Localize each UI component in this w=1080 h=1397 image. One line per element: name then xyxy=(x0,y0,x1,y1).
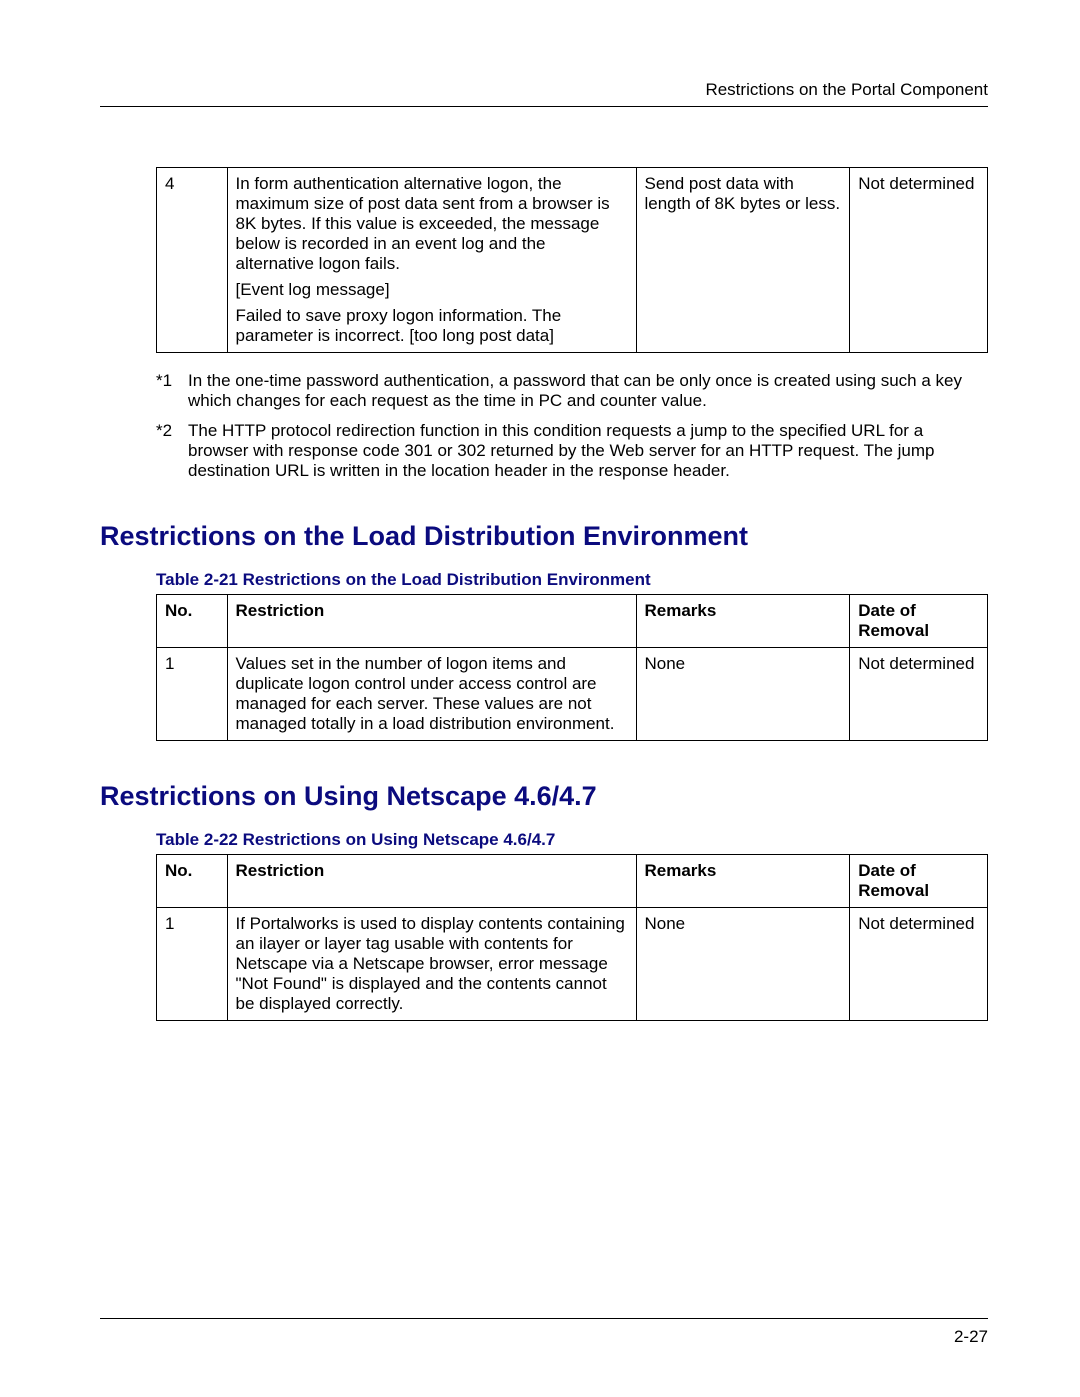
cell-remarks: None xyxy=(636,908,850,1021)
cell-no: 4 xyxy=(157,168,228,353)
col-header-restriction: Restriction xyxy=(227,595,636,648)
cell-date: Not determined xyxy=(850,908,988,1021)
cell-no: 1 xyxy=(157,648,228,741)
table-row: 1 If Portalworks is used to display cont… xyxy=(157,908,988,1021)
col-header-restriction: Restriction xyxy=(227,855,636,908)
cell-restriction: In form authentication alternative logon… xyxy=(227,168,636,353)
restriction-paragraph: Failed to save proxy logon information. … xyxy=(236,306,628,346)
cell-restriction: If Portalworks is used to display conten… xyxy=(227,908,636,1021)
table-caption: Table 2-21 Restrictions on the Load Dist… xyxy=(156,570,988,590)
footnote: *2 The HTTP protocol redirection functio… xyxy=(156,421,988,481)
col-header-date: Date of Removal xyxy=(850,595,988,648)
page-number: 2-27 xyxy=(954,1327,988,1346)
col-header-remarks: Remarks xyxy=(636,595,850,648)
col-header-date: Date of Removal xyxy=(850,855,988,908)
section-heading-netscape: Restrictions on Using Netscape 4.6/4.7 xyxy=(100,781,988,812)
footnote: *1 In the one-time password authenticati… xyxy=(156,371,988,411)
footnotes: *1 In the one-time password authenticati… xyxy=(156,371,988,481)
page-footer: 2-27 xyxy=(100,1318,988,1347)
footnote-text: The HTTP protocol redirection function i… xyxy=(188,421,988,481)
restriction-paragraph: In form authentication alternative logon… xyxy=(236,174,628,274)
col-header-remarks: Remarks xyxy=(636,855,850,908)
cell-remarks: None xyxy=(636,648,850,741)
top-continuation-table: 4 In form authentication alternative log… xyxy=(156,167,988,353)
table-row: 1 Values set in the number of logon item… xyxy=(157,648,988,741)
col-header-no: No. xyxy=(157,595,228,648)
page: Restrictions on the Portal Component 4 I… xyxy=(0,0,1080,1397)
cell-date: Not determined xyxy=(850,648,988,741)
section-heading-load-distribution: Restrictions on the Load Distribution En… xyxy=(100,521,988,552)
table-load-distribution: No. Restriction Remarks Date of Removal … xyxy=(156,594,988,741)
restriction-paragraph: [Event log message] xyxy=(236,280,628,300)
cell-date: Not determined xyxy=(850,168,988,353)
cell-no: 1 xyxy=(157,908,228,1021)
running-header: Restrictions on the Portal Component xyxy=(100,80,988,107)
table-caption: Table 2-22 Restrictions on Using Netscap… xyxy=(156,830,988,850)
cell-remarks: Send post data with length of 8K bytes o… xyxy=(636,168,850,353)
col-header-no: No. xyxy=(157,855,228,908)
table-netscape: No. Restriction Remarks Date of Removal … xyxy=(156,854,988,1021)
table-header-row: No. Restriction Remarks Date of Removal xyxy=(157,855,988,908)
table-header-row: No. Restriction Remarks Date of Removal xyxy=(157,595,988,648)
footnote-mark: *2 xyxy=(156,421,188,481)
table-row: 4 In form authentication alternative log… xyxy=(157,168,988,353)
cell-restriction: Values set in the number of logon items … xyxy=(227,648,636,741)
footnote-mark: *1 xyxy=(156,371,188,411)
footnote-text: In the one-time password authentication,… xyxy=(188,371,988,411)
